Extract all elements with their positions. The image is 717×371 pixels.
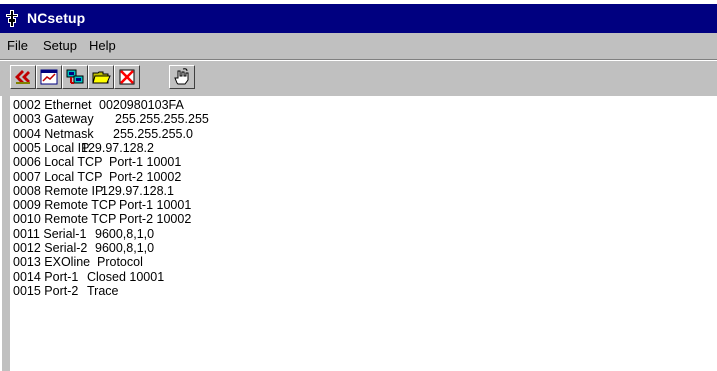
log-line: 0002 Ethernet 0020980103FA <box>13 98 184 112</box>
network-button[interactable] <box>62 65 88 89</box>
log-line: 0006 Local TCP Port-1 10001 <box>13 155 181 170</box>
menu-help[interactable]: Help <box>89 39 116 53</box>
open-folder-icon <box>92 71 111 84</box>
log-line-label: 0009 Remote TCP <box>13 198 117 213</box>
log-line-value: 255.255.255.255 <box>115 112 209 127</box>
menu-bar: File Setup Help <box>0 33 717 60</box>
log-line-value: 255.255.255.0 <box>113 126 193 141</box>
log-line-label: 0011 Serial-1 <box>13 226 87 241</box>
log-line: 0008 Remote IP 129.97.128.1 <box>13 183 174 198</box>
log-line-label: 0004 Netmask <box>13 126 94 141</box>
log-line-value: 9600,8,1,0 <box>95 241 155 255</box>
title-bar[interactable]: NCsetup <box>0 4 717 33</box>
log-line-label: 0005 Local IP <box>13 140 90 155</box>
log-line-label: 0010 Remote TCP <box>13 212 117 227</box>
log-line-value: Port-1 10001 <box>119 198 192 213</box>
log-line-label: 0003 Gateway <box>13 112 94 127</box>
log-line-value: Trace <box>87 283 119 298</box>
log-line-value: 0020980103FA <box>99 98 184 112</box>
log-line: 0003 Gateway 255.255.255.255 <box>13 112 209 127</box>
log-line: 0014 Port-1 Closed 10001 <box>13 269 164 284</box>
log-line-label: 0012 Serial-2 <box>13 241 88 255</box>
log-line-value: Port-2 10002 <box>119 212 192 227</box>
chart-button[interactable] <box>36 65 62 89</box>
help-pointer-icon <box>174 68 189 85</box>
log-line: 0011 Serial-1 9600,8,1,0 <box>13 226 154 241</box>
log-line-value: Port-2 10002 <box>109 169 182 184</box>
log-line-label: 0007 Local TCP <box>13 169 103 184</box>
toolbar <box>0 60 717 96</box>
app-icon <box>6 10 18 27</box>
log-line-label: 0015 Port-2 <box>13 283 79 298</box>
menu-file[interactable]: File <box>7 39 28 53</box>
network-icon <box>66 69 84 84</box>
log-line-label: 0006 Local TCP <box>13 155 103 170</box>
chart-icon <box>40 69 58 85</box>
connect-icon <box>15 70 30 84</box>
connect-button[interactable] <box>10 65 36 89</box>
log-line-value: Closed 10001 <box>87 269 165 284</box>
log-line-value: 129.97.128.2 <box>81 140 154 155</box>
log-line-label: 0008 Remote IP <box>13 183 104 198</box>
log-line: 0015 Port-2 Trace <box>13 283 119 298</box>
log-line: 0012 Serial-2 9600,8,1,0 <box>13 241 154 255</box>
log-line-label: 0014 Port-1 <box>13 269 79 284</box>
log-panel[interactable]: 0002 Ethernet 0020980103FA 0003 Gateway 255… <box>2 96 717 371</box>
log-line-value: 9600,8,1,0 <box>95 226 155 241</box>
log-line-value: Protocol <box>97 255 143 270</box>
stop-icon <box>119 69 135 85</box>
stop-button[interactable] <box>114 65 140 89</box>
log-line-value: Port-1 10001 <box>109 155 182 170</box>
ncsetup-window: NCsetup File Setup Help 0002 Ethernet 00… <box>0 0 717 371</box>
log-line-label: 0013 EXOline <box>13 255 91 270</box>
log-line: 0004 Netmask 255.255.255.0 <box>13 126 193 141</box>
log-line-value: 129.97.128.1 <box>101 183 174 198</box>
log-line: 0009 Remote TCP Port-1 10001 <box>13 198 191 213</box>
open-folder-button[interactable] <box>88 65 114 89</box>
menu-setup[interactable]: Setup <box>43 39 77 53</box>
log-line: 0005 Local IP 129.97.128.2 <box>13 140 154 155</box>
window-title: NCsetup <box>27 10 86 26</box>
log-line: 0010 Remote TCP Port-2 10002 <box>13 212 191 227</box>
log-line: 0007 Local TCP Port-2 10002 <box>13 169 181 184</box>
log-line-label: 0002 Ethernet <box>13 98 92 112</box>
help-pointer-button[interactable] <box>169 65 195 89</box>
log-line: 0013 EXOline Protocol <box>13 255 143 270</box>
